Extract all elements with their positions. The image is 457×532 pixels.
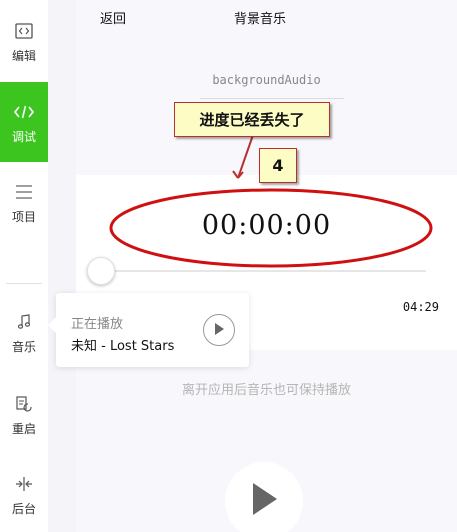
sidebar-item-label: 音乐: [11, 339, 36, 354]
sidebar-item-debug[interactable]: 调试: [0, 82, 48, 162]
sidebar-divider: [6, 283, 42, 284]
song-title: 未知 - Lost Stars: [71, 339, 175, 354]
page-title: 背景音乐: [234, 12, 287, 27]
code-icon: [12, 100, 36, 124]
play-icon: [249, 481, 279, 521]
progress-slider-track[interactable]: [100, 270, 426, 272]
sidebar-item-label: 编辑: [11, 48, 36, 63]
background-audio-label: backgroundAudio: [212, 73, 321, 87]
popup-play-button[interactable]: [203, 314, 235, 346]
background-play-hint: 离开应用后音乐也可保持播放: [181, 383, 351, 398]
annotation-number: 4: [259, 148, 297, 183]
progress-slider-thumb[interactable]: [87, 257, 115, 285]
music-note-icon: [12, 310, 36, 334]
restart-icon: [12, 392, 36, 416]
sidebar-item-project[interactable]: 项目: [0, 162, 48, 242]
sidebar-item-label: 后台: [11, 501, 36, 516]
phone-screen: 返回 背景音乐 backgroundAudio: [76, 0, 457, 532]
code-bracket-icon: [12, 19, 36, 43]
play-icon: [213, 321, 225, 340]
sidebar-item-edit[interactable]: 编辑: [0, 2, 48, 80]
background-split-icon: [12, 472, 36, 496]
sidebar-item-music[interactable]: 音乐: [0, 292, 48, 372]
now-playing-popup: 正在播放 未知 - Lost Stars: [48, 293, 249, 367]
play-button[interactable]: [225, 462, 303, 532]
annotation-callout: 进度已经丢失了: [174, 102, 330, 137]
sidebar-item-restart[interactable]: 重启: [0, 374, 48, 454]
label-underline: [200, 98, 344, 99]
sidebar: 编辑 调试 项目 音乐 重启 后台: [0, 0, 48, 532]
current-time: 00:00:00: [201, 210, 332, 241]
duration-label: 04:29: [402, 300, 439, 314]
sidebar-item-background[interactable]: 后台: [0, 456, 48, 532]
menu-lines-icon: [12, 180, 36, 204]
sidebar-item-label: 项目: [11, 209, 36, 224]
back-button[interactable]: 返回: [100, 8, 126, 27]
sidebar-item-label: 重启: [11, 421, 36, 436]
sidebar-item-label: 调试: [11, 129, 36, 144]
playback-status: 正在播放: [71, 317, 124, 332]
